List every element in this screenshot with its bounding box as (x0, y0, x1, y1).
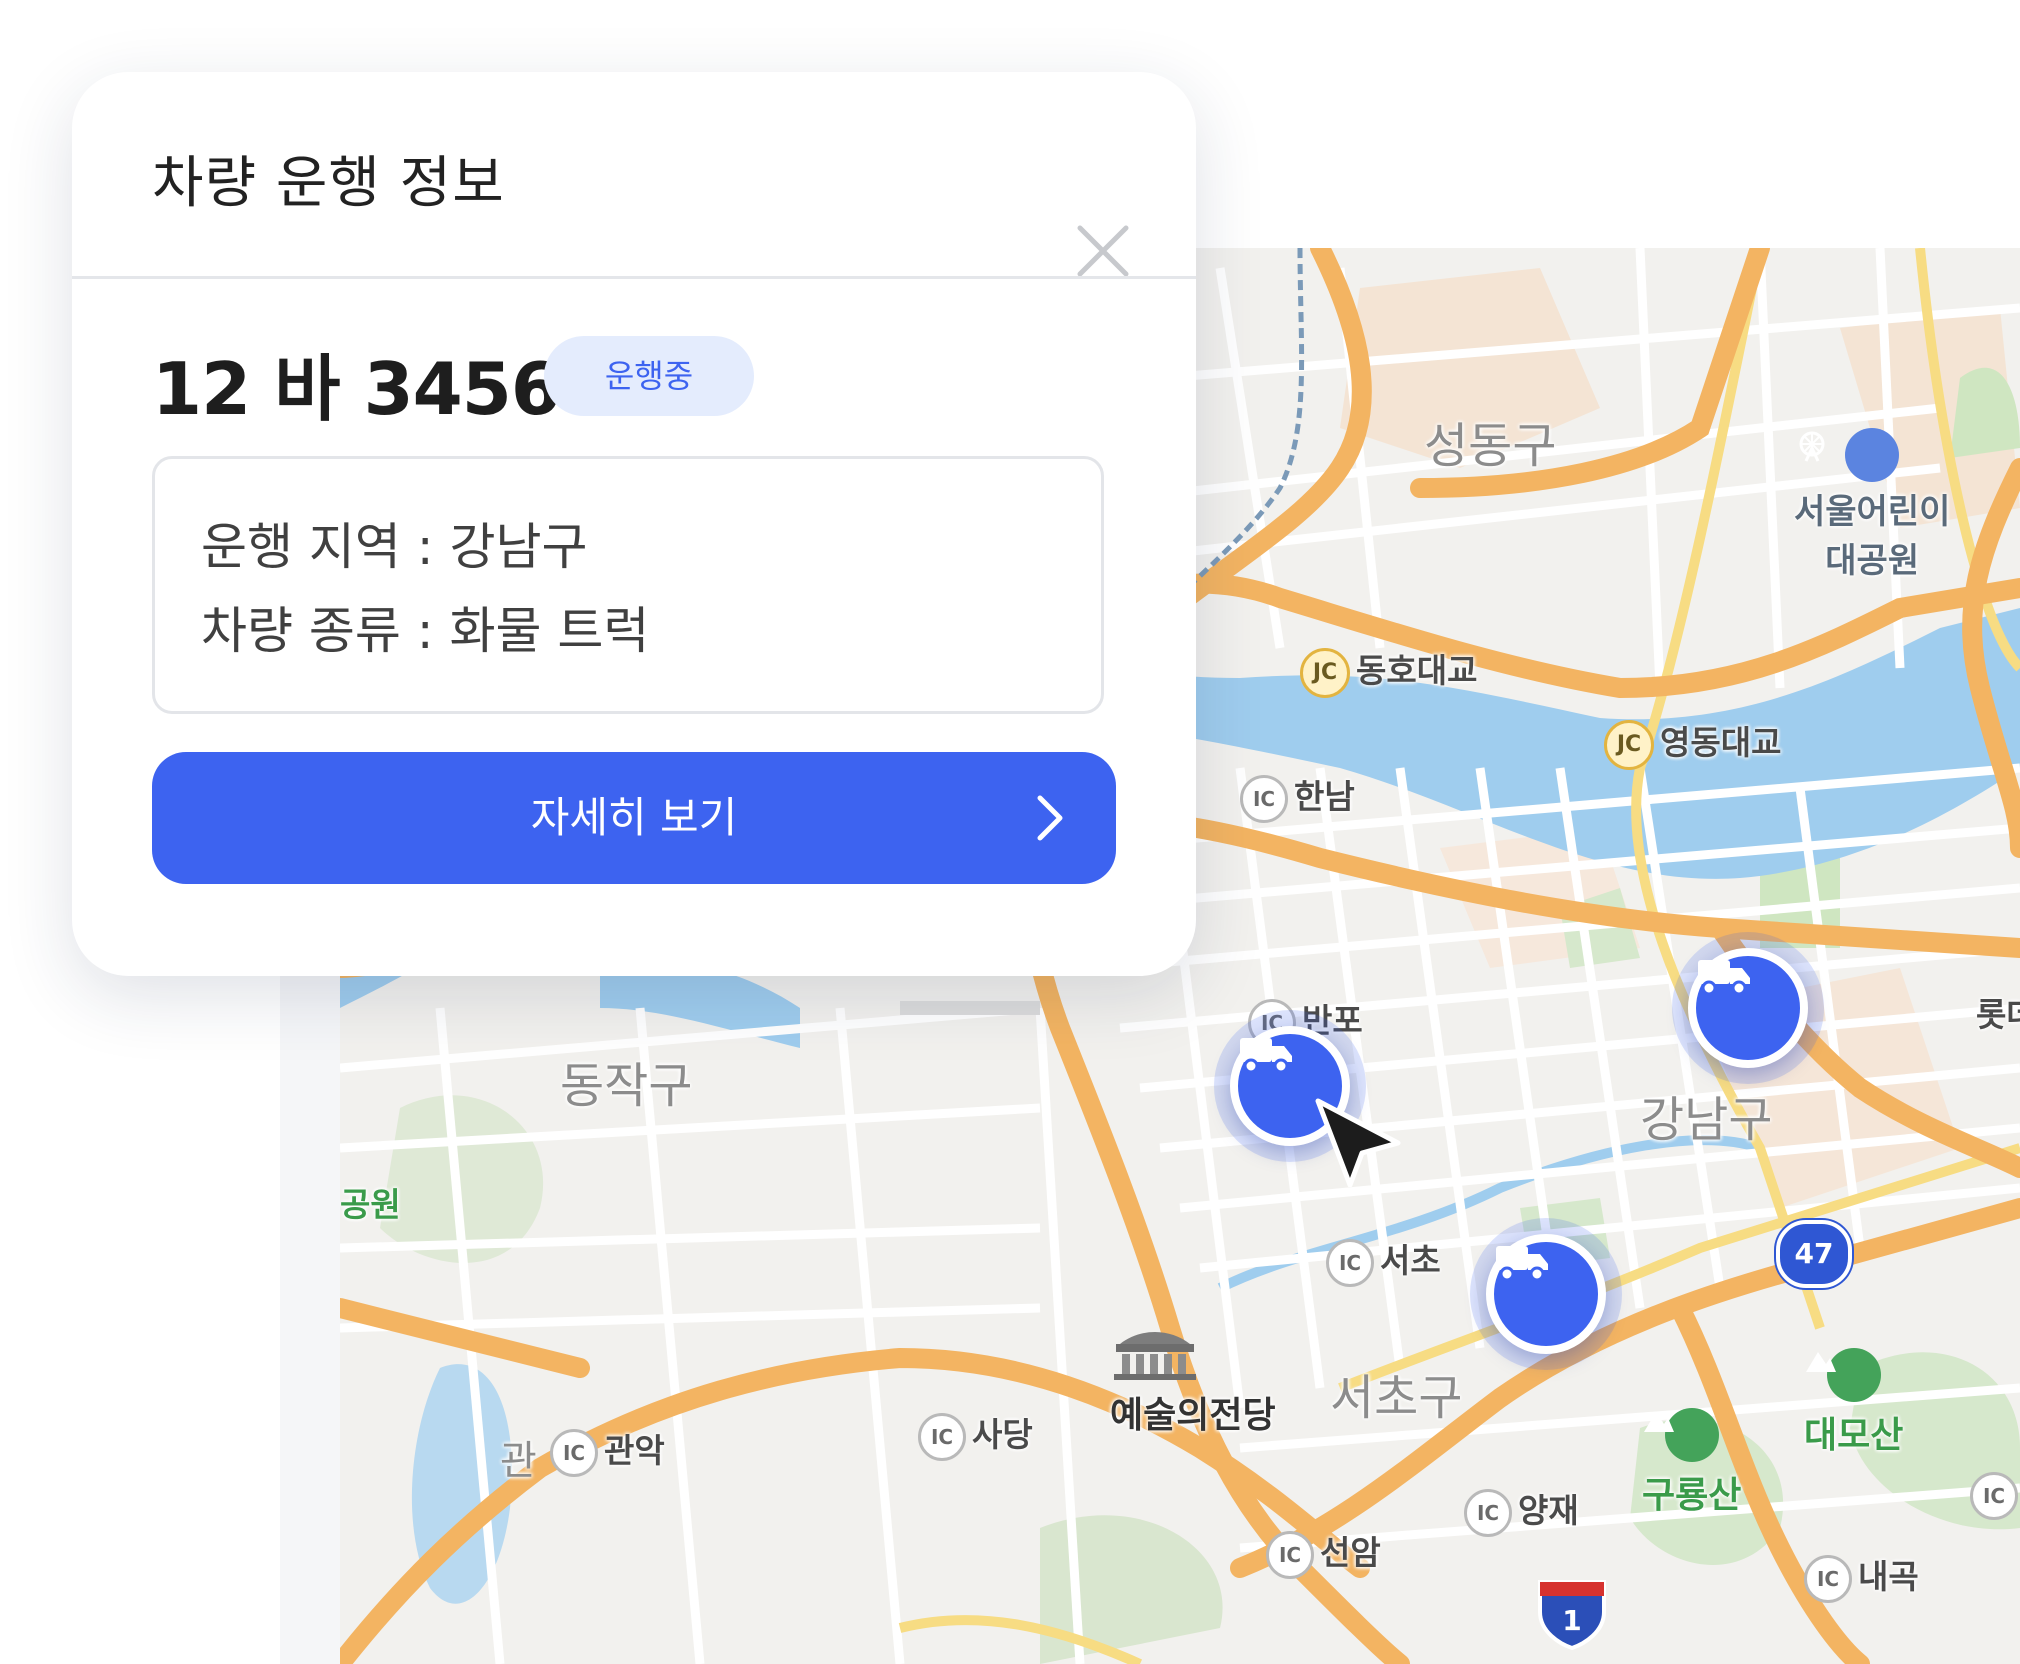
district-label-dongjak: 동작구 (560, 1058, 693, 1114)
ic-seocho[interactable]: IC 서초 (1326, 1234, 1441, 1287)
ic-partial-right[interactable]: IC (1970, 1472, 2020, 1520)
jc-yeongdong-bridge[interactable]: JC 영동대교 (1604, 716, 1781, 770)
poi-label: 구룡산 (1642, 1475, 1742, 1516)
jc-icon: JC (1604, 719, 1654, 770)
ic-icon: IC (1970, 1472, 2018, 1520)
view-details-label: 자세히 보기 (530, 793, 738, 842)
ic-icon: IC (1240, 774, 1288, 823)
map-label-park-partial: 공원 (340, 1185, 401, 1224)
vehicle-marker[interactable] (1688, 948, 1808, 1068)
ic-icon: IC (1266, 1530, 1314, 1579)
ic-label: 한남 (1294, 777, 1355, 816)
mountain-icon (1806, 1348, 1881, 1402)
ic-label: 서초 (1380, 1241, 1441, 1280)
ic-naegok[interactable]: IC 내곡 (1804, 1550, 1919, 1603)
ic-icon: IC (918, 1412, 966, 1461)
poi-arts-center[interactable]: 예술의전당 (1110, 1326, 1276, 1438)
ic-seonam[interactable]: IC 선암 (1266, 1526, 1381, 1579)
district-label-seongdong: 성동구 (1424, 418, 1557, 474)
jc-dongho-bridge[interactable]: JC 동호대교 (1300, 644, 1477, 698)
ic-icon: IC (550, 1428, 598, 1477)
ic-icon: IC (1326, 1238, 1374, 1287)
jc-label: 동호대교 (1356, 651, 1478, 690)
highway-1-number: 1 (1562, 1604, 1582, 1637)
vehicle-type: 차량 종류 : 화물 트럭 (201, 602, 650, 660)
map-label-gwan-partial: 관 (500, 1438, 537, 1484)
ic-label: 관악 (604, 1431, 665, 1470)
chevron-right-icon (1037, 795, 1063, 841)
poi-label-line2: 대공원 (1825, 541, 1920, 581)
amusement-park-icon (1799, 428, 1900, 482)
route-47-shield: 47 (1776, 1220, 1852, 1288)
jc-icon: JC (1300, 647, 1350, 698)
ic-label: 선암 (1320, 1533, 1381, 1572)
vehicle-marker[interactable] (1486, 1234, 1606, 1354)
ic-yangjae[interactable]: IC 양재 (1464, 1484, 1579, 1537)
poi-childrens-grand-park[interactable]: 서울어린이 대공원 (1794, 428, 1950, 582)
vehicle-info-popup: 차량 운행 정보 12 바 3456 운행중 운행 지역 : 강남구 차량 종류… (72, 72, 1196, 976)
concert-hall-icon (1114, 1326, 1238, 1382)
poi-label: 대모산 (1804, 1415, 1904, 1456)
ic-label: 양재 (1518, 1491, 1579, 1530)
ic-icon: IC (1464, 1488, 1512, 1537)
jc-label: 영동대교 (1660, 723, 1782, 762)
status-badge: 운행중 (544, 336, 754, 416)
close-icon[interactable] (1074, 222, 1132, 280)
ic-icon: IC (1804, 1554, 1852, 1603)
ic-label: 사당 (972, 1415, 1033, 1454)
popup-title: 차량 운행 정보 (152, 151, 505, 216)
poi-label: 예술의전당 (1110, 1395, 1276, 1436)
map-label-lotte-partial: 롯데 (1976, 995, 2020, 1034)
ic-gwanak[interactable]: IC 관악 (550, 1424, 665, 1477)
operating-region: 운행 지역 : 강남구 (201, 518, 588, 576)
ic-sadang[interactable]: IC 사당 (918, 1408, 1033, 1461)
highway-1-shield-icon: 1 (1534, 1574, 1610, 1650)
ic-hannam[interactable]: IC 한남 (1240, 770, 1355, 823)
vehicle-info-box: 운행 지역 : 강남구 차량 종류 : 화물 트럭 (152, 456, 1104, 714)
district-label-gangnam: 강남구 (1640, 1092, 1773, 1148)
mouse-cursor-icon (1314, 1097, 1404, 1191)
truck-icon (1698, 960, 1750, 996)
district-label-seocho: 서초구 (1330, 1370, 1463, 1426)
mountain-icon (1644, 1408, 1719, 1462)
poi-guryongsan[interactable]: 구룡산 (1642, 1408, 1741, 1518)
vehicle-plate-number: 12 바 3456 (152, 347, 561, 431)
poi-label-line1: 서울어린이 (1794, 492, 1951, 532)
truck-icon (1496, 1246, 1548, 1282)
view-details-button[interactable]: 자세히 보기 (152, 752, 1116, 884)
truck-icon (1240, 1038, 1292, 1074)
poi-daemosan[interactable]: 대모산 (1804, 1348, 1903, 1458)
popup-divider (72, 276, 1196, 279)
ic-label: 내곡 (1858, 1557, 1919, 1596)
